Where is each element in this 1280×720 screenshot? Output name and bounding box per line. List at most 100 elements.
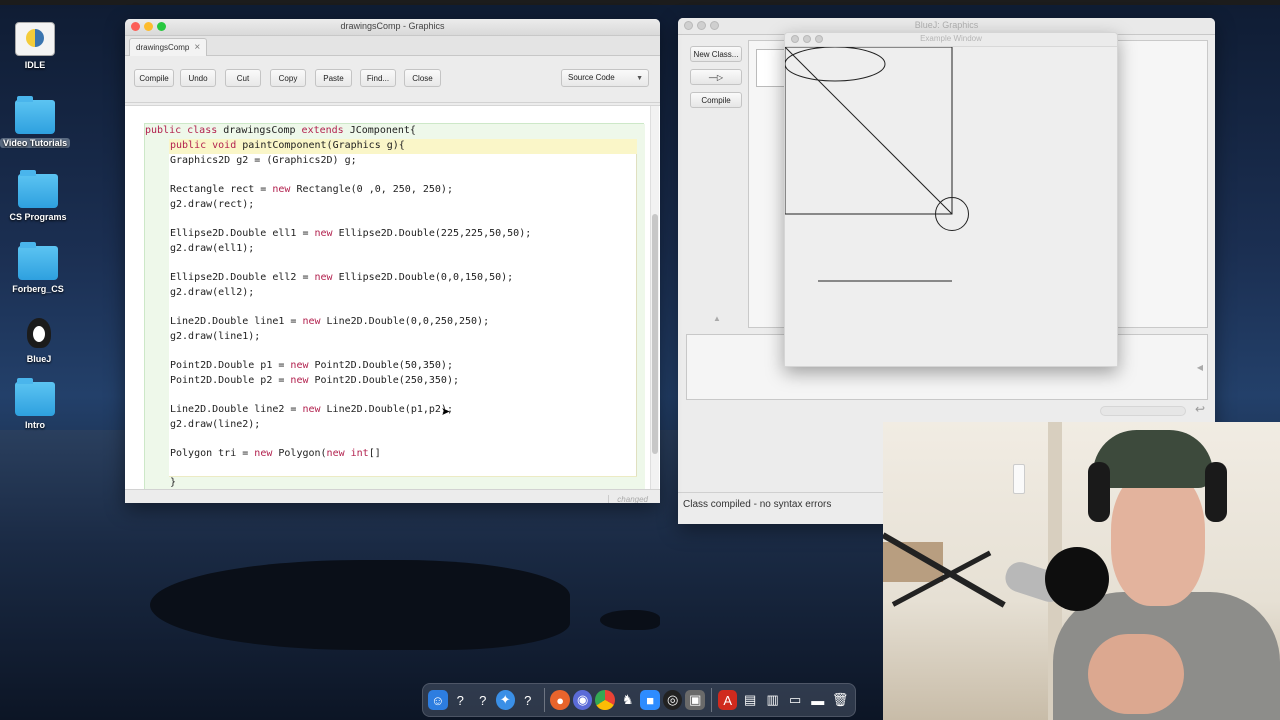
dock-separator [710, 688, 712, 712]
drawn-ellipse [785, 47, 886, 82]
headphone-right [1205, 462, 1227, 522]
desktop-icon-video-tutorials[interactable]: Video Tutorials [0, 96, 70, 148]
desktop-icon-label: CS Programs [9, 212, 67, 222]
code-line: Line2D.Double line1 = new Line2D.Double(… [170, 316, 490, 327]
wallpaper-rock [150, 560, 570, 650]
editor-tabbar: drawingsComp × [125, 36, 660, 56]
paste-button[interactable]: Paste [315, 69, 352, 87]
help-icon[interactable]: ? [473, 690, 493, 710]
wallpaper-rock [600, 610, 660, 630]
chrome-icon[interactable] [595, 690, 615, 710]
new-class-button[interactable]: New Class... [690, 46, 742, 62]
editor-toolbar: Compile Undo Cut Copy Paste Find... Clos… [125, 56, 660, 103]
desktop-icon-label: Forberg_CS [12, 284, 64, 294]
folder-icon [15, 378, 55, 416]
vertical-scrollbar[interactable] [650, 106, 659, 490]
desktop-icon-label: Video Tutorials [0, 138, 70, 148]
window-titlebar: drawingsComp - Graphics [125, 19, 660, 36]
horizontal-scrollbar[interactable] [1100, 406, 1186, 416]
class-box[interactable] [756, 49, 786, 87]
class-scope-box: public class drawingsComp extends JCompo… [144, 123, 645, 494]
code-editor[interactable]: public class drawingsComp extends JCompo… [125, 105, 660, 494]
code-line: } [170, 477, 177, 488]
light-switch [1013, 464, 1025, 494]
discord-icon[interactable]: ◉ [572, 690, 593, 710]
acrobat-icon[interactable]: A [717, 690, 738, 710]
macos-dock: ☺ ? ? ✦ ? ● ◉ ♞ ■ ◎ ▣ A ▤ ▥ ▭ ▬ 🗑 [422, 683, 856, 717]
pop-filter [1045, 547, 1109, 611]
inheritance-arrow-button[interactable]: —▷ [690, 69, 742, 85]
desktop-icon-cs-programs[interactable]: CS Programs [3, 170, 73, 222]
tab-label: drawingsComp [136, 43, 190, 52]
scroll-left-icon[interactable]: ◀ [1197, 363, 1203, 372]
code-line: g2.draw(ell2); [170, 287, 255, 298]
window-title: BlueJ: Graphics [914, 20, 979, 30]
desktop-icon-forberg-cs[interactable]: Forberg_CS [3, 242, 73, 294]
desktop-icon-intro[interactable]: Intro [0, 378, 70, 430]
dock-separator [543, 688, 545, 712]
close-button[interactable]: Close [404, 69, 441, 87]
editor-status-bar: changed [125, 489, 660, 503]
compile-button[interactable]: Compile [690, 92, 742, 108]
code-line: Line2D.Double line2 = new Line2D.Double(… [170, 404, 453, 415]
code-line: Point2D.Double p1 = new Point2D.Double(5… [170, 360, 453, 371]
compile-button[interactable]: Compile [134, 69, 174, 87]
idle-app-icon [15, 22, 55, 56]
mouse-cursor-icon: ➤ [441, 406, 451, 418]
cut-button[interactable]: Cut [225, 69, 261, 87]
person-hands [1088, 634, 1184, 714]
code-line: public class drawingsComp extends JCompo… [145, 125, 416, 136]
view-mode-select[interactable]: Source Code ▼ [561, 69, 649, 87]
drawn-diagonal-line [785, 47, 953, 215]
code-line: Ellipse2D.Double ell2 = new Ellipse2D.Do… [170, 272, 514, 283]
code-line: public void paintComponent(Graphics g){ [170, 140, 405, 151]
bluej-app-icon [19, 316, 59, 350]
code-line: g2.draw(rect); [170, 199, 255, 210]
code-line: Rectangle rect = new Rectangle(0 ,0, 250… [170, 184, 453, 195]
obs-icon[interactable]: ◎ [662, 690, 683, 710]
folder-icon [18, 242, 58, 280]
tab-drawingscomp[interactable]: drawingsComp × [129, 38, 208, 56]
trash-icon[interactable]: 🗑 [830, 690, 850, 710]
window-thumbnail-icon[interactable]: ▬ [808, 690, 828, 710]
desktop-icon-idle[interactable]: IDLE [0, 22, 70, 70]
person-face [1111, 468, 1205, 606]
microphone [975, 547, 1109, 617]
code-line: g2.draw(line2); [170, 419, 261, 430]
window-titlebar: Example Window [785, 33, 1117, 47]
copy-button[interactable]: Copy [270, 69, 306, 87]
status-message: Class compiled - no syntax errors [683, 499, 832, 510]
folder-icon [18, 170, 58, 208]
folder-icon [15, 96, 55, 134]
chevron-down-icon: ▼ [636, 75, 643, 82]
window-title: Example Window [920, 34, 982, 43]
undo-button[interactable]: Undo [180, 69, 216, 87]
editor-window: drawingsComp - Graphics drawingsComp × C… [125, 19, 660, 503]
code-line: Graphics2D g2 = (Graphics2D) g; [170, 155, 357, 166]
desktop-icon-label: Intro [25, 420, 45, 430]
zoom-icon[interactable]: ■ [640, 690, 660, 710]
scrollbar-thumb[interactable] [652, 214, 658, 454]
document-stack-icon[interactable]: ▤ [740, 690, 760, 710]
help-icon[interactable]: ? [451, 690, 471, 710]
safari-icon[interactable]: ✦ [495, 690, 515, 710]
desktop-icon-bluej[interactable]: BlueJ [4, 316, 74, 364]
document-stack-icon[interactable]: ▥ [763, 690, 783, 710]
expand-triangle-icon[interactable]: ▲ [713, 314, 721, 323]
window-thumbnail-icon[interactable]: ▭ [785, 690, 805, 710]
undo-icon[interactable]: ↩ [1195, 402, 1205, 416]
code-line: Ellipse2D.Double ell1 = new Ellipse2D.Do… [170, 228, 532, 239]
firefox-icon[interactable]: ● [550, 690, 570, 710]
bluej-dock-icon[interactable]: ♞ [618, 690, 638, 710]
screen-recorder-icon[interactable]: ▣ [685, 690, 705, 710]
headphone-left [1088, 462, 1110, 522]
help-icon[interactable]: ? [518, 690, 538, 710]
code-line: g2.draw(line1); [170, 331, 261, 342]
close-tab-icon[interactable]: × [194, 42, 200, 53]
drawing-canvas [785, 47, 969, 282]
code-line: Polygon tri = new Polygon(new int[] [170, 448, 381, 459]
view-mode-value: Source Code [568, 73, 615, 82]
find-button[interactable]: Find... [360, 69, 396, 87]
changed-indicator: changed [608, 495, 648, 503]
finder-icon[interactable]: ☺ [428, 690, 448, 710]
